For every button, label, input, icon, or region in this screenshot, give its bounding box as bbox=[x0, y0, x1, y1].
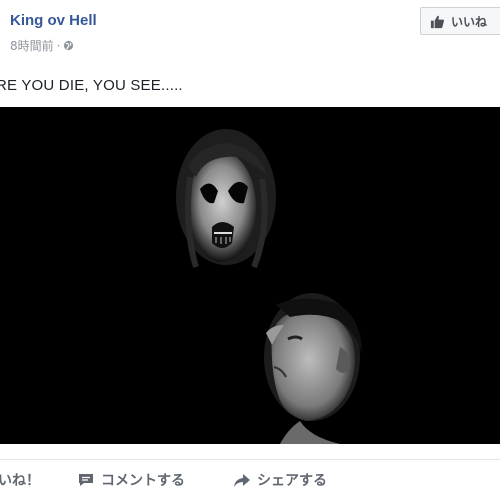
post-actions: いね！ コメントする シェアする bbox=[0, 460, 500, 500]
thumbs-up-icon bbox=[430, 15, 444, 28]
share-label: シェアする bbox=[257, 473, 327, 489]
page-name-link[interactable]: King ov Hell bbox=[10, 12, 97, 29]
share-arrow-icon bbox=[234, 474, 250, 487]
post-timestamp[interactable]: 8時間前 bbox=[10, 37, 54, 54]
like-label: いね！ bbox=[0, 473, 40, 489]
comment-label: コメントする bbox=[101, 473, 185, 489]
meta-separator: · bbox=[56, 38, 61, 53]
post-meta: 8時間前 · bbox=[10, 37, 74, 54]
like-page-label: いいね bbox=[451, 14, 488, 29]
comment-button[interactable]: コメントする bbox=[77, 470, 185, 490]
post-message: RE YOU DIE, YOU SEE..... bbox=[0, 77, 183, 94]
post-header: King ov Hell 8時間前 · いいね bbox=[0, 0, 500, 66]
like-button[interactable]: いね！ bbox=[0, 470, 40, 490]
like-page-button[interactable]: いいね bbox=[420, 7, 500, 35]
post-photo[interactable] bbox=[0, 107, 500, 444]
comment-icon bbox=[79, 474, 93, 486]
globe-icon bbox=[63, 40, 74, 51]
share-button[interactable]: シェアする bbox=[233, 470, 327, 490]
